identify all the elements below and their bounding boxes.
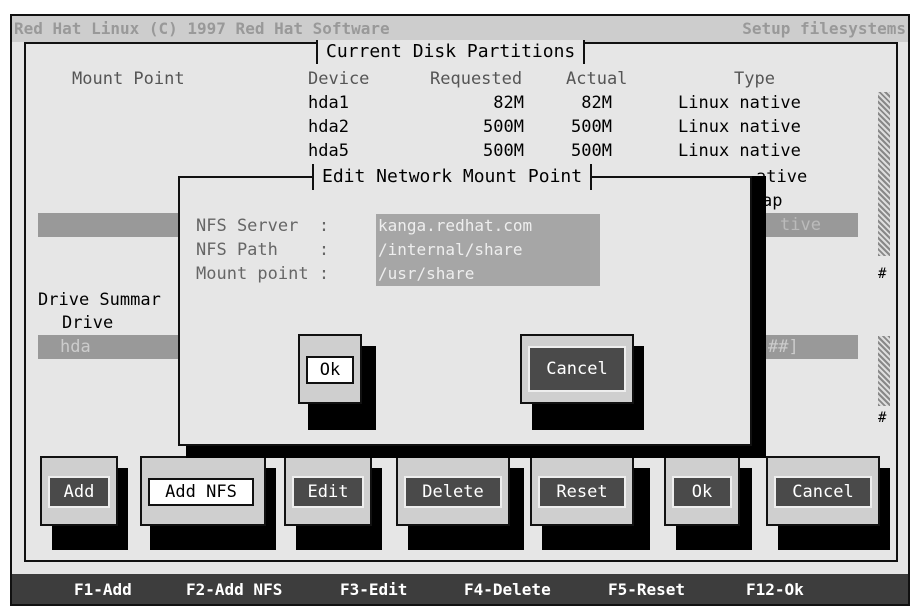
header-device: Device	[308, 69, 370, 89]
header-actual: Actual	[566, 69, 628, 89]
mount-point-label: Mount point :	[196, 264, 330, 284]
drive-header: Drive	[62, 313, 114, 333]
dialog-title: Edit Network Mount Point	[312, 164, 593, 190]
nfs-server-input[interactable]: kanga.redhat.com	[376, 214, 600, 238]
drive-row-end: ##]	[768, 337, 799, 357]
header-type: Type	[734, 69, 775, 89]
status-f1: F1-Add	[74, 580, 132, 599]
status-bar: F1-Add F2-Add NFS F3-Edit F4-Delete F5-R…	[12, 574, 908, 604]
scroll-marker: #	[878, 266, 887, 282]
reset-button-label[interactable]: Reset	[538, 476, 626, 508]
cancel-button-label[interactable]: Cancel	[774, 476, 872, 508]
row-requested: 500M	[483, 117, 524, 137]
dialog-ok-label[interactable]: Ok	[306, 356, 354, 384]
partitions-scrollbar[interactable]	[878, 92, 890, 256]
status-f5: F5-Reset	[608, 580, 686, 599]
status-f4: F4-Delete	[464, 580, 551, 599]
header-mount-point: Mount Point	[72, 69, 185, 89]
drive-summary-label: Drive Summar	[38, 290, 161, 310]
row-type: Linux native	[678, 93, 801, 113]
drive-row-name: hda	[60, 337, 91, 357]
status-f3: F3-Edit	[340, 580, 408, 599]
add-button-label[interactable]: Add	[48, 476, 110, 508]
row-actual: 500M	[571, 141, 612, 161]
nfs-path-label: NFS Path :	[196, 240, 330, 260]
row-device[interactable]: hda2	[308, 115, 349, 139]
title-right: Setup filesystems	[742, 19, 906, 38]
row-type: Linux native	[678, 141, 801, 161]
status-f12: F12-Ok	[746, 580, 804, 599]
status-f2: F2-Add NFS	[186, 580, 283, 599]
row-requested: 500M	[483, 141, 524, 161]
title-left: Red Hat Linux (C) 1997 Red Hat Software	[14, 19, 390, 38]
row-actual: 500M	[571, 117, 612, 137]
ok-button-label[interactable]: Ok	[672, 476, 732, 508]
row-actual: 82M	[581, 93, 612, 113]
row-device[interactable]: hda1	[308, 91, 349, 115]
edit-button-label[interactable]: Edit	[292, 476, 364, 508]
row-device[interactable]: hda5	[308, 139, 349, 163]
row-type: Linux native	[678, 117, 801, 137]
nfs-server-label: NFS Server :	[196, 216, 330, 236]
mount-point-input[interactable]: /usr/share	[376, 262, 600, 286]
scroll-marker: #	[878, 410, 887, 426]
title-bar: Red Hat Linux (C) 1997 Red Hat Software …	[12, 16, 908, 42]
selected-row-type: tive	[780, 215, 821, 235]
nfs-path-input[interactable]: /internal/share	[376, 238, 600, 262]
dialog-cancel-label[interactable]: Cancel	[528, 346, 626, 392]
partitions-title: Current Disk Partitions	[316, 40, 586, 64]
drive-scrollbar[interactable]	[878, 336, 890, 406]
row-requested: 82M	[493, 93, 524, 113]
delete-button-label[interactable]: Delete	[404, 476, 502, 508]
add-nfs-button-label[interactable]: Add NFS	[148, 478, 254, 506]
header-requested: Requested	[430, 69, 523, 89]
